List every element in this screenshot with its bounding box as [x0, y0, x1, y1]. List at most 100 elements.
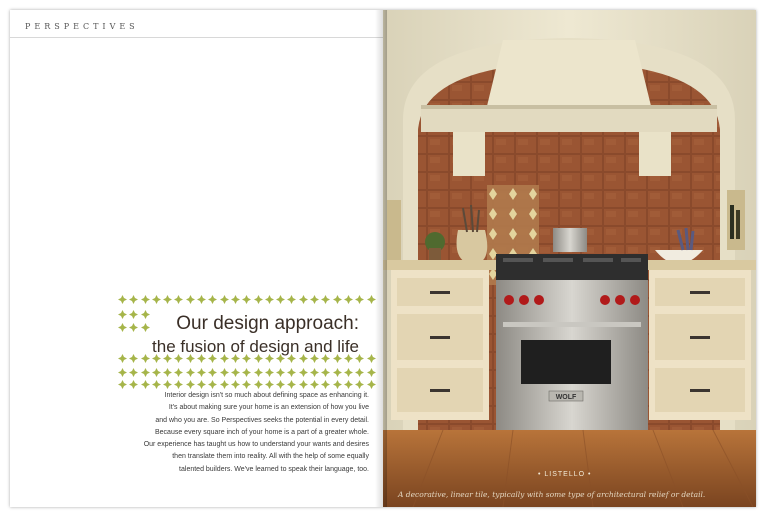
diamond-ornament	[174, 376, 184, 389]
diamond-ornament	[151, 364, 161, 377]
diamond-ornament	[355, 376, 365, 389]
diamond-ornament	[230, 291, 240, 304]
diamond-ornament	[129, 350, 139, 363]
diamond-ornament	[287, 376, 297, 389]
left-page: PERSPECTIVES Our design approach: the fu…	[10, 10, 383, 507]
caption-term: • LISTELLO •	[538, 471, 592, 478]
diamond-ornament	[208, 291, 218, 304]
range-hood	[487, 40, 651, 106]
diamond-ornament	[140, 306, 150, 319]
diamond-ornament	[174, 291, 184, 304]
diamond-ornament	[163, 291, 173, 304]
diamond-ornament	[129, 376, 139, 389]
diamond-ornament	[298, 291, 308, 304]
stock-pot	[553, 228, 587, 252]
drawer-pull	[430, 291, 450, 294]
diamond-ornament	[343, 291, 353, 304]
drawer-pull	[690, 389, 710, 392]
body-line: and who you are. So Perspectives seeks t…	[155, 416, 369, 424]
diamond-ornament	[264, 291, 274, 304]
diamond-ornament	[118, 350, 127, 363]
diamond-ornament	[208, 376, 218, 389]
body-line: It's about making sure your home is an e…	[168, 404, 369, 412]
diamond-ornament	[343, 364, 353, 377]
diamond-ornament	[185, 291, 195, 304]
diamond-ornament	[230, 376, 240, 389]
diamond-ornament	[140, 364, 150, 377]
diamond-ornament	[253, 376, 263, 389]
diamond-ornament	[118, 364, 127, 377]
mantel-edge	[421, 105, 717, 109]
diamond-ornament	[230, 364, 240, 377]
diamond-ornament	[219, 376, 229, 389]
diamond-ornament	[276, 364, 286, 377]
diamond-ornament	[151, 291, 161, 304]
motif-band-top-3	[118, 319, 158, 332]
diamond-ornament	[287, 364, 297, 377]
diamond-ornament	[197, 291, 207, 304]
diamond-ornament	[276, 291, 286, 304]
hood-mantel	[421, 106, 717, 132]
diamond-ornament	[321, 364, 331, 377]
motif-band-bottom-3	[118, 376, 383, 389]
diamond-ornament	[310, 376, 320, 389]
right-page-photo: WOLF • LISTELLO • A decorative, linear t…	[383, 10, 756, 507]
diamond-ornament	[118, 291, 127, 304]
oil-bottle	[736, 210, 740, 239]
running-head: PERSPECTIVES	[25, 22, 139, 31]
diamond-ornament	[185, 364, 195, 377]
diamond-ornament	[140, 376, 150, 389]
diamond-ornament	[264, 376, 274, 389]
diamond-ornament	[129, 291, 139, 304]
diamond-ornament	[151, 376, 161, 389]
oven-handle	[503, 322, 641, 327]
diamond-ornament	[332, 291, 342, 304]
diamond-ornament	[287, 291, 297, 304]
diamond-ornament	[310, 364, 320, 377]
diamond-ornament	[253, 291, 263, 304]
diamond-ornament	[242, 376, 252, 389]
right-corbel	[639, 132, 671, 176]
diamond-ornament	[185, 376, 195, 389]
drawer-pull	[430, 389, 450, 392]
diamond-ornament	[298, 364, 308, 377]
range-control-panel	[496, 280, 648, 320]
header-rule	[10, 37, 383, 38]
diamond-ornament	[219, 291, 229, 304]
brand-name: WOLF	[556, 394, 577, 401]
motif-band-bottom-2	[118, 364, 383, 377]
motif-band-top-2	[118, 306, 158, 319]
body-line: Interior design isn't so much about defi…	[164, 392, 369, 399]
heading-line-1: Our design approach:	[176, 313, 359, 334]
herb-pot	[429, 248, 441, 262]
diamond-ornament	[163, 376, 173, 389]
diamond-ornament	[242, 364, 252, 377]
wine-bottle	[730, 205, 734, 239]
left-niche	[387, 200, 401, 260]
diamond-ornament	[197, 376, 207, 389]
kitchen-photo: WOLF	[383, 10, 756, 507]
diamond-ornament	[118, 376, 127, 389]
diamond-ornament	[208, 364, 218, 377]
diamond-ornament	[343, 376, 353, 389]
diamond-ornament	[140, 319, 150, 332]
diamond-ornament	[197, 364, 207, 377]
diamond-ornament	[163, 364, 173, 377]
left-corbel	[453, 132, 485, 176]
diamond-ornament	[355, 291, 365, 304]
diamond-ornament	[253, 364, 263, 377]
motif-band-top	[118, 291, 383, 304]
diamond-ornament	[118, 306, 127, 319]
diamond-ornament	[355, 364, 365, 377]
diamond-ornament	[174, 364, 184, 377]
diamond-ornament	[129, 319, 139, 332]
heading-line-2: the fusion of design and life	[152, 337, 359, 356]
body-line: Our experience has taught us how to unde…	[143, 441, 369, 449]
diamond-ornament	[310, 291, 320, 304]
body-line: Because every square inch of your home i…	[154, 428, 369, 436]
diamond-ornament	[276, 376, 286, 389]
diamond-ornament	[332, 376, 342, 389]
diamond-ornament	[321, 376, 331, 389]
diamond-ornament	[332, 364, 342, 377]
diamond-ornament	[321, 291, 331, 304]
